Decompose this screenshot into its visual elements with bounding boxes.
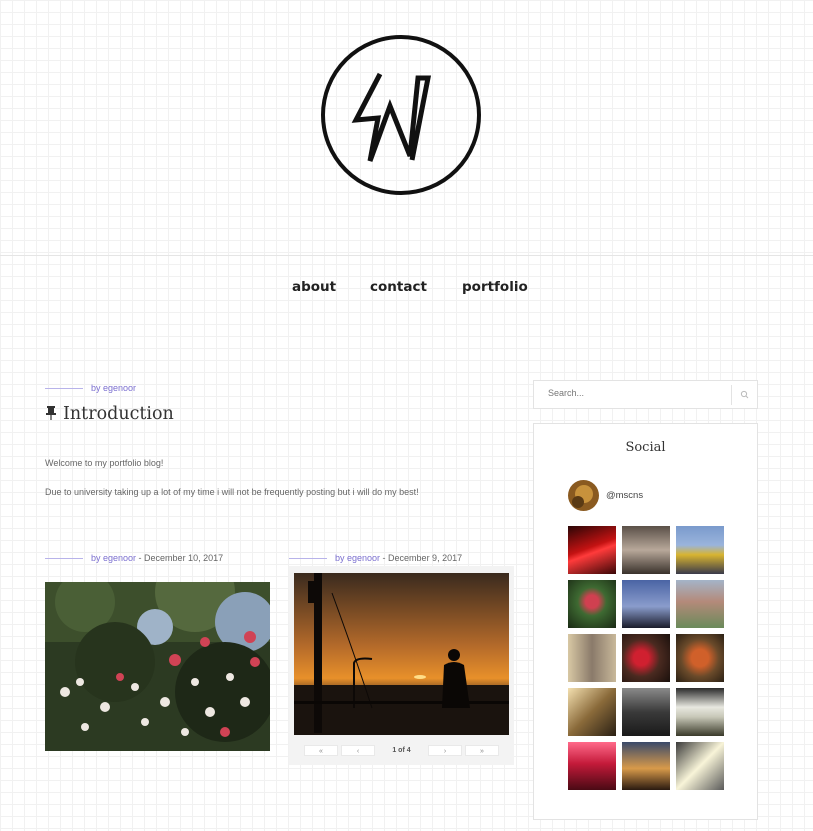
author-link[interactable]: by egenoor bbox=[91, 553, 136, 563]
instagram-thumbnail[interactable] bbox=[568, 634, 616, 682]
byline-rule bbox=[45, 388, 83, 390]
instagram-thumbnail[interactable] bbox=[568, 580, 616, 628]
social-widget: Social @mscns bbox=[533, 423, 758, 820]
avatar-art bbox=[568, 480, 599, 511]
instagram-thumbnail[interactable] bbox=[568, 742, 616, 790]
byline-rule bbox=[45, 558, 83, 560]
post-paragraph: Welcome to my portfolio blog! bbox=[45, 458, 164, 468]
instagram-thumbnail[interactable] bbox=[676, 526, 724, 574]
instagram-thumbnail[interactable] bbox=[568, 688, 616, 736]
slider-first-button[interactable]: « bbox=[304, 745, 338, 756]
nav-contact[interactable]: contact bbox=[370, 279, 427, 295]
post-byline: by egenoor - December 9, 2017 bbox=[289, 553, 462, 563]
sunset-photo-art bbox=[294, 573, 509, 735]
slider-next-button[interactable]: › bbox=[428, 745, 462, 756]
post-paragraph: Due to university taking up a lot of my … bbox=[45, 487, 419, 497]
nav-about[interactable]: about bbox=[292, 279, 336, 295]
circle-w-logo[interactable] bbox=[320, 34, 482, 196]
flowers-photo[interactable] bbox=[45, 582, 270, 751]
instagram-thumbnail[interactable] bbox=[622, 634, 670, 682]
search-icon bbox=[740, 390, 749, 399]
instagram-thumbnail[interactable] bbox=[676, 580, 724, 628]
slider-counter: 1 of 4 bbox=[392, 747, 411, 754]
instagram-thumbnail[interactable] bbox=[622, 580, 670, 628]
instagram-thumbnail[interactable] bbox=[676, 742, 724, 790]
author-link[interactable]: by egenoor bbox=[335, 553, 380, 563]
slider-prev-button[interactable]: ‹ bbox=[341, 745, 375, 756]
instagram-thumbnail[interactable] bbox=[568, 526, 616, 574]
byline-rule bbox=[289, 558, 327, 560]
search-button[interactable] bbox=[731, 385, 757, 405]
gallery-slider: « ‹ 1 of 4 › » bbox=[289, 566, 514, 765]
post-byline: by egenoor bbox=[45, 383, 136, 393]
instagram-thumbnail[interactable] bbox=[676, 688, 724, 736]
sunset-silhouette-photo[interactable] bbox=[294, 573, 509, 735]
instagram-thumbnail[interactable] bbox=[622, 526, 670, 574]
instagram-thumbnail[interactable] bbox=[622, 688, 670, 736]
site-header bbox=[0, 0, 813, 256]
post-title-text: Introduction bbox=[63, 404, 174, 424]
slider-last-button[interactable]: » bbox=[465, 745, 499, 756]
flowers-photo-art bbox=[45, 582, 270, 751]
post-title[interactable]: Introduction bbox=[45, 404, 174, 424]
nav-portfolio[interactable]: portfolio bbox=[462, 279, 528, 295]
instagram-handle[interactable]: @mscns bbox=[606, 490, 643, 501]
post-date: - December 10, 2017 bbox=[136, 553, 224, 563]
widget-title: Social bbox=[625, 440, 666, 455]
avatar[interactable] bbox=[568, 480, 599, 511]
post-byline: by egenoor - December 10, 2017 bbox=[45, 553, 223, 563]
author-link[interactable]: by egenoor bbox=[91, 383, 136, 393]
instagram-thumbnail[interactable] bbox=[676, 634, 724, 682]
search-box bbox=[533, 380, 758, 409]
pushpin-icon bbox=[46, 406, 56, 420]
search-input[interactable] bbox=[548, 388, 728, 398]
instagram-thumbnail[interactable] bbox=[622, 742, 670, 790]
post-date: - December 9, 2017 bbox=[380, 553, 463, 563]
